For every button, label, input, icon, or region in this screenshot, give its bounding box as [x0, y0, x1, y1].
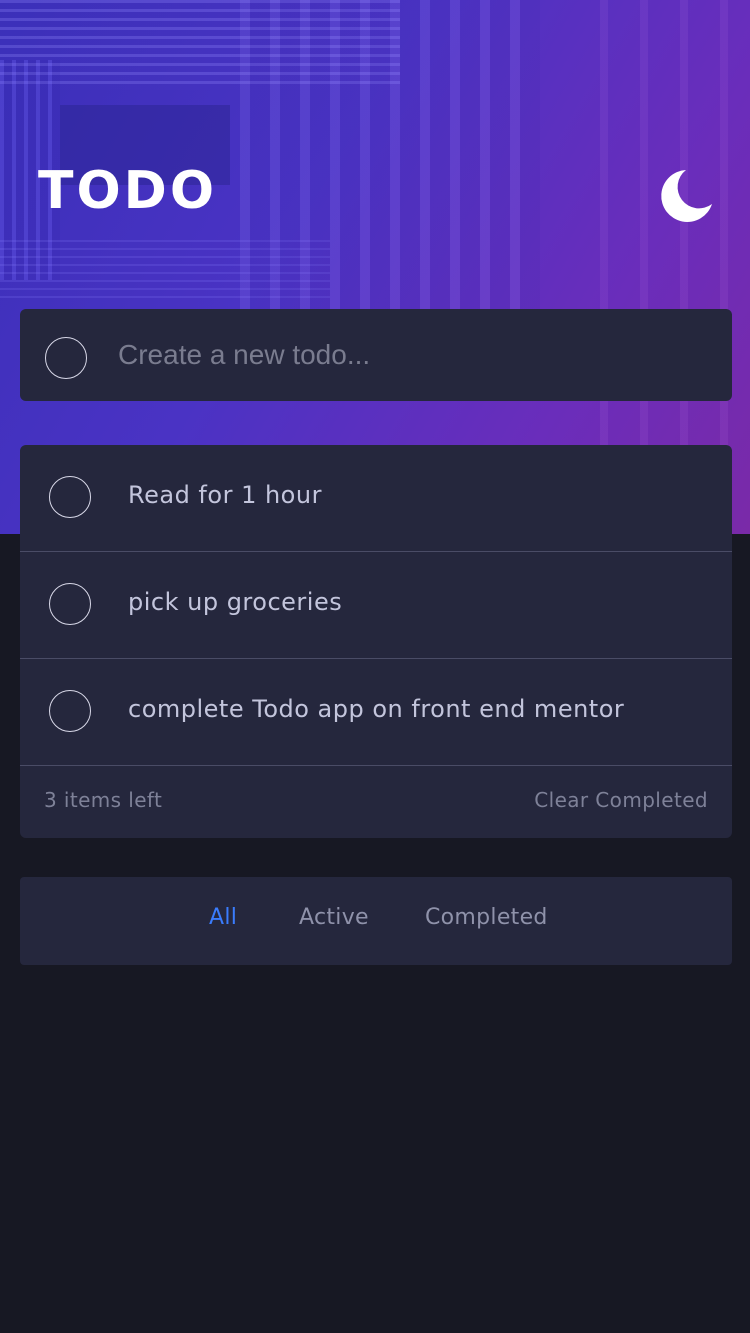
- todo-text: Read for 1 hour: [128, 481, 322, 509]
- todo-text: pick up groceries: [128, 588, 343, 616]
- todo-check-circle[interactable]: [49, 690, 91, 732]
- todo-item[interactable]: Read for 1 hour: [20, 445, 732, 552]
- theme-toggle-button[interactable]: [656, 166, 716, 226]
- filter-active[interactable]: Active: [299, 905, 369, 930]
- filter-completed[interactable]: Completed: [425, 905, 548, 930]
- new-todo-bar: [20, 309, 732, 401]
- filter-all[interactable]: All: [209, 905, 237, 930]
- clear-completed-button[interactable]: Clear Completed: [534, 788, 708, 812]
- background-image-detail: [240, 0, 540, 310]
- new-todo-input[interactable]: [118, 331, 698, 379]
- filter-bar: All Active Completed: [20, 877, 732, 965]
- moon-icon: [661, 170, 712, 222]
- todo-check-circle[interactable]: [49, 583, 91, 625]
- todo-list: Read for 1 hour pick up groceries comple…: [20, 445, 732, 838]
- todo-text: complete Todo app on front end mentor: [128, 695, 625, 723]
- items-left-count: 3 items left: [44, 788, 163, 812]
- todo-item[interactable]: complete Todo app on front end mentor: [20, 659, 732, 766]
- page-title: TODO: [38, 161, 218, 221]
- new-todo-check-circle[interactable]: [45, 337, 87, 379]
- list-footer: 3 items left Clear Completed: [20, 766, 732, 838]
- todo-item[interactable]: pick up groceries: [20, 552, 732, 659]
- todo-check-circle[interactable]: [49, 476, 91, 518]
